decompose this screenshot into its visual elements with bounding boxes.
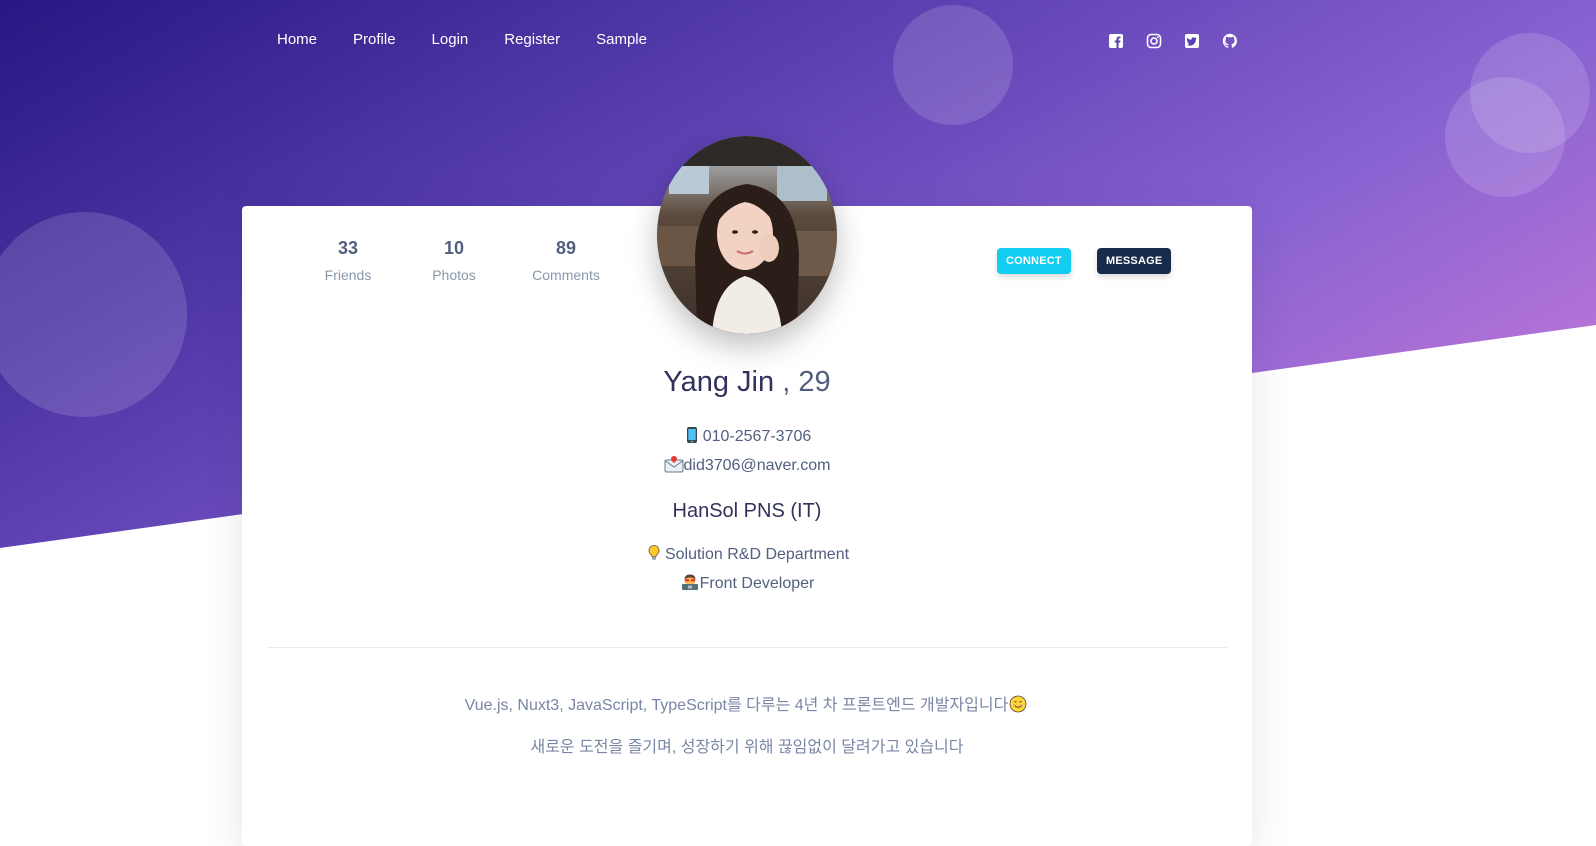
profile-role: Front Developer (242, 573, 1252, 595)
profile-phone: 010-2567-3706 (242, 426, 1252, 448)
profile-avatar[interactable] (657, 136, 837, 334)
stat-value: 33 (337, 238, 359, 258)
smiling-face-icon (1009, 695, 1027, 713)
decorative-circle (893, 5, 1013, 125)
top-nav: Home Profile Login Register Sample (277, 28, 683, 52)
role-text: Front Developer (699, 575, 815, 592)
nav-login-link[interactable]: Login (432, 28, 469, 52)
mobile-phone-icon (683, 426, 701, 444)
nav-register-link[interactable]: Register (504, 28, 560, 52)
decorative-circle (0, 212, 187, 417)
nav-sample-link[interactable]: Sample (596, 28, 647, 52)
nav-profile-link[interactable]: Profile (353, 28, 396, 52)
instagram-icon[interactable] (1146, 33, 1162, 49)
github-icon[interactable] (1222, 33, 1238, 49)
envelope-icon (664, 455, 683, 473)
social-links (1108, 33, 1260, 49)
profile-email: did3706@naver.com (242, 455, 1252, 477)
profile-department: Solution R&D Department (242, 544, 1252, 566)
profile-bio-line-1: Vue.js, Nuxt3, JavaScript, TypeScript를 다… (242, 695, 1252, 717)
stat-comments: 89 Comments (526, 236, 606, 286)
stat-photos: 10 Photos (424, 236, 484, 286)
message-button[interactable]: MESSAGE (1097, 248, 1172, 274)
lightbulb-icon (645, 544, 663, 562)
section-divider (267, 647, 1227, 648)
phone-text: 010-2567-3706 (702, 428, 812, 445)
nav-home-link[interactable]: Home (277, 28, 317, 52)
profile-bio-line-2: 새로운 도전을 즐기며, 성장하기 위해 끊임없이 달려가고 있습니다 (530, 739, 964, 756)
facebook-square-icon[interactable] (1108, 33, 1124, 49)
profile-name: Yang Jin , 29 (242, 364, 1252, 400)
stat-label: Comments (532, 267, 600, 283)
connect-button[interactable]: CONNECT (997, 248, 1071, 274)
stat-value: 10 (443, 238, 465, 258)
profile-age: , 29 (782, 366, 831, 398)
profile-name-text: Yang Jin (663, 366, 775, 398)
stat-label: Photos (432, 267, 476, 283)
twitter-square-icon[interactable] (1184, 33, 1200, 49)
department-text: Solution R&D Department (664, 546, 850, 563)
stat-label: Friends (324, 267, 372, 283)
stat-value: 89 (555, 238, 577, 258)
stat-friends: 33 Friends (314, 236, 382, 286)
bio-text: Vue.js, Nuxt3, JavaScript, TypeScript를 다… (464, 697, 1009, 714)
developer-icon (680, 573, 698, 591)
profile-company: HanSol PNS (IT) (672, 500, 822, 522)
decorative-circle (1445, 77, 1565, 197)
email-text: did3706@naver.com (683, 457, 831, 474)
profile-stats: 33 Friends 10 Photos 89 Comments (314, 236, 648, 286)
